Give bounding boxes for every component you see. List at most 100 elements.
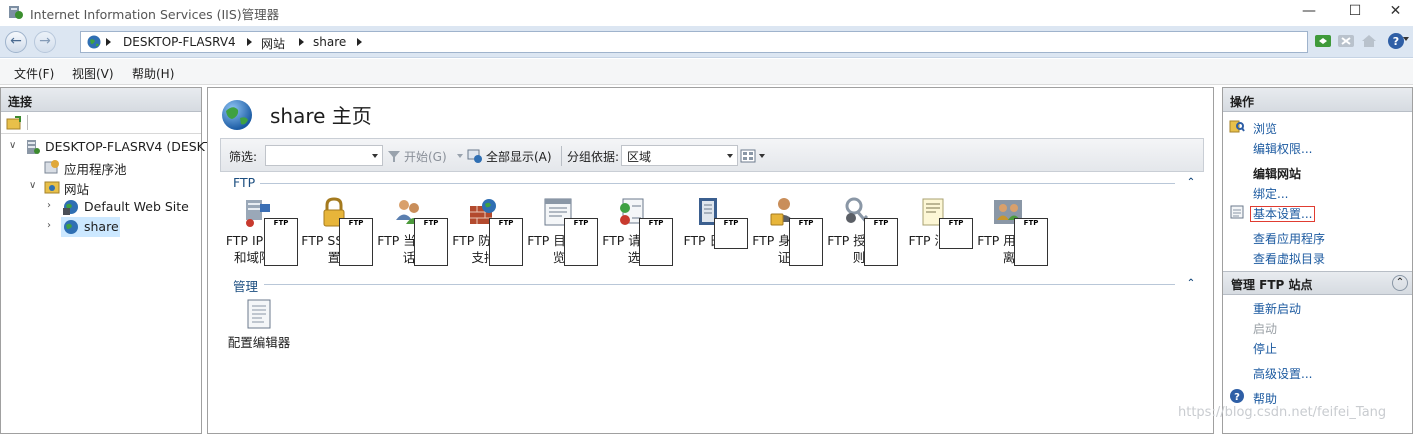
feature-configuration-editor[interactable]: 配置编辑器 bbox=[222, 298, 296, 351]
group-divider bbox=[264, 284, 1175, 285]
group-header-ftp: FTP bbox=[233, 175, 256, 190]
group-by-select[interactable]: 区域 bbox=[621, 145, 738, 166]
feature-ftp-user-isolation[interactable]: FTP FTP 用户隔 离 bbox=[972, 196, 1048, 266]
actions-panel: 操作 浏览 编辑权限... 编辑网站 绑定... 基本设置... 查看应用程序 … bbox=[1222, 87, 1413, 434]
group-divider bbox=[260, 183, 1175, 184]
refresh-icon[interactable] bbox=[1314, 32, 1332, 50]
feature-ftp-ip-restrictions[interactable]: FTP FTP IP 地址 和域限制 bbox=[222, 196, 298, 266]
action-start[interactable]: 启动 bbox=[1253, 320, 1277, 337]
site-globe-icon bbox=[222, 100, 252, 130]
group-header-management: 管理 bbox=[233, 279, 259, 294]
collapse-chevron-icon[interactable]: ∨ bbox=[29, 180, 39, 191]
features-panel: share 主页 筛选: 开始(G) 全部显示(A) 分组依据: 区域 FTP … bbox=[207, 87, 1214, 434]
feature-ftp-firewall[interactable]: FTP FTP 防火墙 支持 bbox=[447, 196, 523, 266]
globe-icon bbox=[64, 220, 78, 234]
feature-ftp-current-sessions[interactable]: FTP FTP 当前会 话 bbox=[372, 196, 448, 266]
action-bindings[interactable]: 绑定... bbox=[1253, 185, 1288, 202]
filter-input[interactable] bbox=[265, 145, 383, 166]
breadcrumb-sites[interactable]: 网站 bbox=[261, 35, 285, 52]
ftp-badge: FTP bbox=[939, 218, 973, 249]
action-advanced-settings[interactable]: 高级设置... bbox=[1253, 365, 1312, 382]
expand-chevron-icon[interactable]: › bbox=[47, 200, 57, 211]
minimize-button[interactable]: — bbox=[1286, 0, 1332, 24]
ftp-badge: FTP bbox=[639, 218, 673, 266]
help-icon: ? bbox=[1230, 389, 1244, 403]
action-stop[interactable]: 停止 bbox=[1253, 340, 1277, 357]
manage-ftp-site-label: 管理 FTP 站点 bbox=[1231, 278, 1313, 292]
maximize-button[interactable]: ☐ bbox=[1332, 0, 1378, 24]
config-editor-icon bbox=[247, 299, 271, 329]
feature-ftp-authorization[interactable]: FTP FTP 授权规 则 bbox=[822, 196, 898, 266]
toolbar-separator bbox=[561, 146, 562, 166]
connections-toolbar bbox=[1, 112, 201, 134]
help-icon[interactable]: ? bbox=[1387, 32, 1405, 50]
action-view-applications[interactable]: 查看应用程序 bbox=[1253, 230, 1325, 247]
feature-ftp-logging[interactable]: FTP FTP 日志 bbox=[672, 196, 748, 249]
feature-label: 配置编辑器 bbox=[227, 335, 291, 350]
breadcrumb-arrow-icon bbox=[106, 38, 111, 46]
svg-text:?: ? bbox=[1393, 35, 1399, 48]
expand-chevron-icon[interactable]: › bbox=[47, 220, 57, 231]
back-arrow-icon: ← bbox=[10, 33, 22, 49]
collapse-chevron-icon[interactable]: ∨ bbox=[9, 140, 19, 151]
menu-help[interactable]: 帮助(H) bbox=[132, 65, 174, 82]
view-mode-icon[interactable] bbox=[740, 148, 758, 164]
filter-toolbar: 筛选: 开始(G) 全部显示(A) 分组依据: 区域 bbox=[220, 138, 1204, 172]
home-icon[interactable] bbox=[1360, 32, 1378, 50]
ftp-badge: FTP bbox=[414, 218, 448, 266]
ftp-badge: FTP bbox=[564, 218, 598, 266]
menu-view[interactable]: 视图(V) bbox=[72, 65, 114, 82]
feature-ftp-request-filtering[interactable]: FTP FTP 请求筛 选 bbox=[597, 196, 673, 266]
basic-settings-icon bbox=[1230, 205, 1244, 219]
ftp-badge: FTP bbox=[339, 218, 373, 266]
ftp-badge: FTP bbox=[489, 218, 523, 266]
watermark-text: https://blog.csdn.net/feifei_Tang bbox=[1178, 405, 1387, 420]
browse-icon bbox=[1229, 120, 1245, 133]
connections-header: 连接 bbox=[1, 88, 201, 112]
action-basic-settings[interactable]: 基本设置... bbox=[1250, 205, 1316, 222]
feature-ftp-ssl[interactable]: FTP FTP SSL 设 置 bbox=[297, 196, 373, 266]
feature-ftp-authentication[interactable]: FTP FTP 身份验 证 bbox=[747, 196, 823, 266]
stop-icon[interactable] bbox=[1337, 32, 1355, 50]
menu-file[interactable]: 文件(F) bbox=[14, 65, 54, 82]
section-edit-site: 编辑网站 bbox=[1253, 167, 1302, 181]
collapse-group-icon[interactable]: ⌃ bbox=[1186, 279, 1196, 289]
filter-label: 筛选: bbox=[229, 150, 258, 164]
show-all-button[interactable]: 全部显示(A) bbox=[486, 148, 552, 165]
breadcrumb-share[interactable]: share bbox=[313, 35, 346, 49]
sites-folder-icon bbox=[44, 181, 60, 194]
svg-text:?: ? bbox=[1234, 392, 1240, 403]
ftp-badge: FTP bbox=[864, 218, 898, 266]
collapse-group-icon[interactable]: ⌃ bbox=[1186, 178, 1196, 188]
start-filter-button[interactable]: 开始(G) bbox=[404, 148, 447, 165]
help-dropdown-icon[interactable] bbox=[1403, 37, 1409, 41]
breadcrumb-server[interactable]: DESKTOP-FLASRV4 bbox=[123, 35, 236, 49]
action-edit-permissions[interactable]: 编辑权限... bbox=[1253, 140, 1312, 157]
collapse-section-icon[interactable]: ⌃ bbox=[1392, 275, 1408, 291]
feature-ftp-messages[interactable]: FTP FTP 消息 bbox=[897, 196, 973, 249]
create-connection-icon[interactable] bbox=[6, 115, 22, 131]
start-dropdown-icon[interactable] bbox=[457, 154, 463, 158]
action-view-virtual-directories[interactable]: 查看虚拟目录 bbox=[1253, 250, 1325, 267]
address-bar[interactable]: DESKTOP-FLASRV4 网站 share bbox=[80, 31, 1308, 53]
forward-button[interactable]: → bbox=[34, 31, 56, 53]
iis-app-icon bbox=[9, 6, 23, 19]
action-restart[interactable]: 重新启动 bbox=[1253, 300, 1301, 317]
connections-panel: 连接 ∨ DESKTOP-FLASRV4 (DESKT 应用程序池 ∨ 网站 ›… bbox=[0, 87, 212, 434]
actions-header: 操作 bbox=[1223, 88, 1412, 112]
ftp-badge: FTP bbox=[1014, 218, 1048, 266]
forward-arrow-icon: → bbox=[39, 33, 51, 49]
action-browse[interactable]: 浏览 bbox=[1253, 120, 1277, 137]
show-all-icon bbox=[467, 149, 482, 163]
ftp-badge: FTP bbox=[264, 218, 298, 266]
dropdown-arrow-icon bbox=[727, 154, 733, 158]
feature-ftp-directory-browsing[interactable]: FTP FTP 目录浏 览 bbox=[522, 196, 598, 266]
close-button[interactable]: ✕ bbox=[1378, 0, 1413, 24]
tree-item-server[interactable]: ∨ DESKTOP-FLASRV4 (DESKT bbox=[1, 137, 212, 157]
group-by-label: 分组依据: bbox=[567, 150, 620, 164]
app-pool-icon bbox=[44, 160, 59, 174]
view-mode-dropdown-icon[interactable] bbox=[759, 154, 765, 158]
back-button[interactable]: ← bbox=[5, 31, 27, 53]
globe-icon bbox=[63, 200, 78, 215]
window-title: Internet Information Services (IIS)管理器 bbox=[30, 7, 280, 22]
